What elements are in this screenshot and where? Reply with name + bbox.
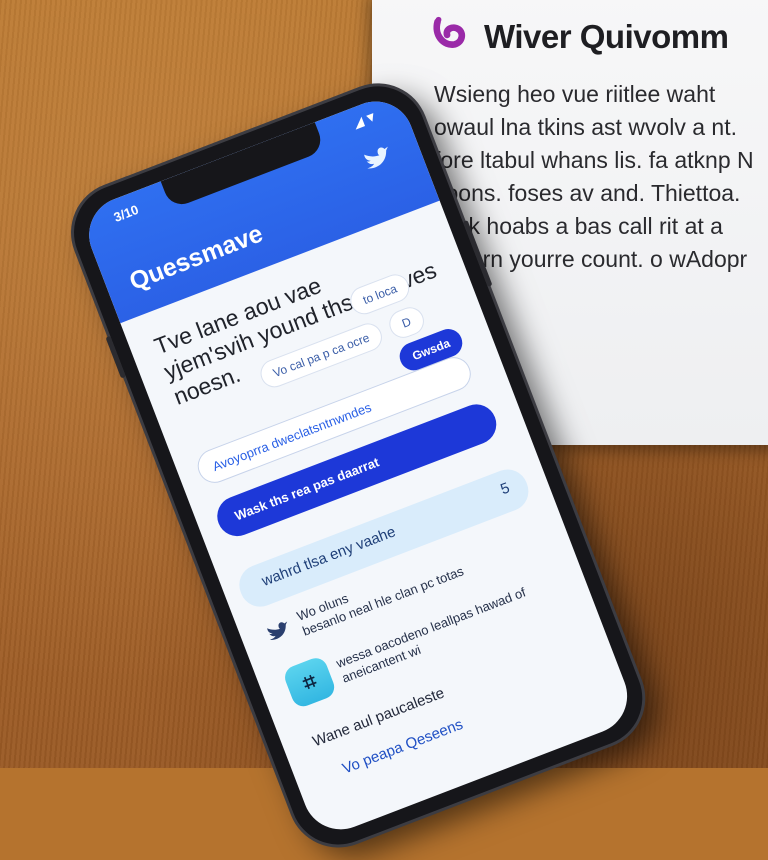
paper-line: owaul lna tkins ast wvolv a nt. xyxy=(434,114,737,140)
hash-icon: ⌗ xyxy=(281,654,338,710)
paper-title: Wiver Quivomm xyxy=(484,18,729,55)
paper-line: Wsieng heo vue riitlee waht xyxy=(434,81,716,107)
paper-line: fore ltabul whans lis. fa atknp N xyxy=(434,147,754,173)
status-time: 3/10 xyxy=(111,201,141,225)
bird-icon[interactable] xyxy=(359,142,396,177)
app-title: Quessmave xyxy=(125,219,267,296)
info-card-suffix: 5 xyxy=(498,479,513,499)
status-icons: ◢▼ xyxy=(350,107,382,131)
brand-logo-icon xyxy=(433,16,466,48)
bird-icon xyxy=(267,621,288,640)
paper-line: coons. foses av and. Thiettoa. xyxy=(434,180,741,206)
paper-line: lwak hoabs a bas call rit at a xyxy=(434,213,723,239)
paper-body: Wsieng heo vue riitlee waht owaul lna tk… xyxy=(434,78,768,276)
